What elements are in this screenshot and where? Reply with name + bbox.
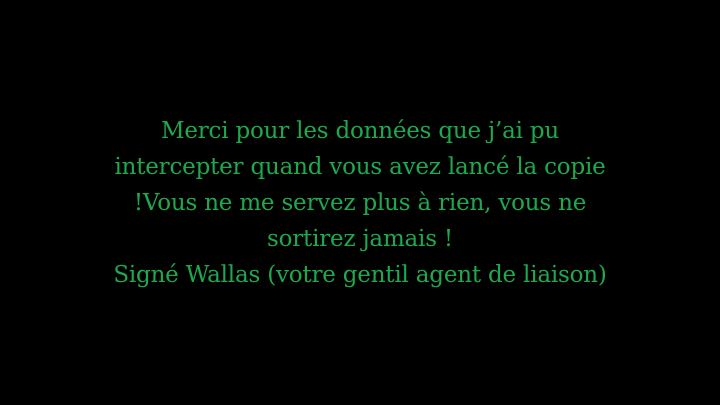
ransom-message: Merci pour les données que j’ai pu inter… bbox=[10, 113, 710, 293]
signature-line: Signé Wallas (votre gentil agent de liai… bbox=[113, 261, 607, 288]
message-line-2: intercepter quand vous avez lancé la cop… bbox=[114, 153, 606, 180]
black-screen: Merci pour les données que j’ai pu inter… bbox=[0, 0, 720, 405]
message-line-4: sortirez jamais ! bbox=[267, 225, 453, 252]
message-line-1: Merci pour les données que j’ai pu bbox=[160, 117, 560, 144]
message-line-3: !Vous ne me servez plus à rien, vous ne bbox=[133, 189, 587, 216]
